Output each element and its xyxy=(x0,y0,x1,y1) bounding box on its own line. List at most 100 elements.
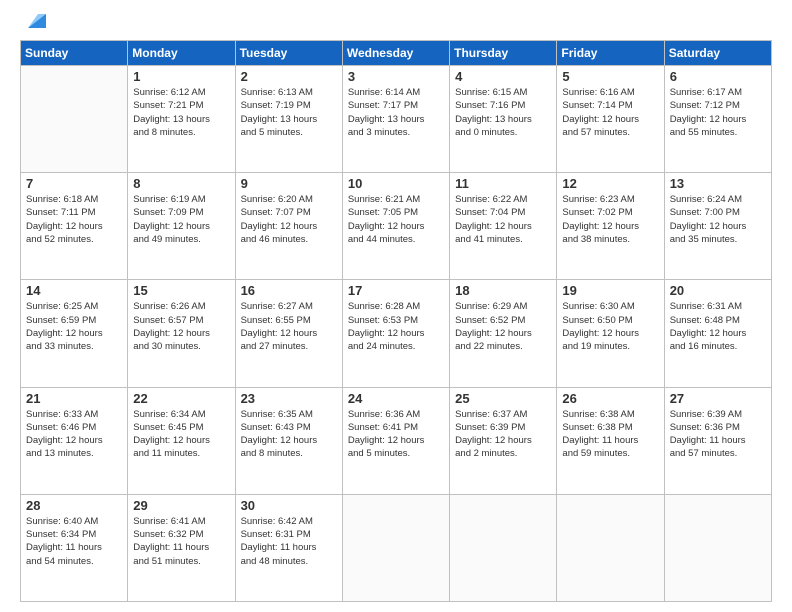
calendar-cell: 2 Sunrise: 6:13 AM Sunset: 7:19 PM Daylig… xyxy=(235,66,342,173)
calendar-cell: 12Sunrise: 6:23 AM Sunset: 7:02 PM Dayli… xyxy=(557,173,664,280)
calendar-cell: 13 Sunrise: 6:24 AM Sunset: 7:00 PM Dayli… xyxy=(664,173,771,280)
day-info: Sunrise: 6:21 AM Sunset: 7:05 PM Dayligh… xyxy=(348,193,444,246)
day-info: Sunrise: 6:22 AM Sunset: 7:04 PM Dayligh… xyxy=(455,193,551,246)
day-number: 27 xyxy=(670,391,766,406)
header xyxy=(20,18,772,32)
day-info: Sunrise: 6:38 AM Sunset: 6:38 PM Dayligh… xyxy=(562,408,658,461)
calendar-cell: 8Sunrise: 6:19 AM Sunset: 7:09 PM Daylig… xyxy=(128,173,235,280)
day-number: 2 xyxy=(241,69,337,84)
day-number: 23 xyxy=(241,391,337,406)
day-info: Sunrise: 6:16 AM Sunset: 7:14 PM Dayligh… xyxy=(562,86,658,139)
calendar-cell: 30Sunrise: 6:42 AM Sunset: 6:31 PM Dayli… xyxy=(235,494,342,601)
day-number: 12 xyxy=(562,176,658,191)
calendar-week-row: 7 Sunrise: 6:18 AM Sunset: 7:11 PM Daylig… xyxy=(21,173,772,280)
weekday-saturday: Saturday xyxy=(664,41,771,66)
day-info: Sunrise: 6:27 AM Sunset: 6:55 PM Dayligh… xyxy=(241,300,337,353)
calendar-cell xyxy=(450,494,557,601)
day-number: 22 xyxy=(133,391,229,406)
calendar-cell: 10 Sunrise: 6:21 AM Sunset: 7:05 PM Dayli… xyxy=(342,173,449,280)
calendar-cell: 17 Sunrise: 6:28 AM Sunset: 6:53 PM Dayli… xyxy=(342,280,449,387)
day-info: Sunrise: 6:12 AM Sunset: 7:21 PM Dayligh… xyxy=(133,86,229,139)
day-info: Sunrise: 6:34 AM Sunset: 6:45 PM Dayligh… xyxy=(133,408,229,461)
day-number: 15 xyxy=(133,283,229,298)
day-info: Sunrise: 6:28 AM Sunset: 6:53 PM Dayligh… xyxy=(348,300,444,353)
calendar-week-row: 1 Sunrise: 6:12 AM Sunset: 7:21 PM Daylig… xyxy=(21,66,772,173)
day-info: Sunrise: 6:15 AM Sunset: 7:16 PM Dayligh… xyxy=(455,86,551,139)
day-info: Sunrise: 6:35 AM Sunset: 6:43 PM Dayligh… xyxy=(241,408,337,461)
day-number: 1 xyxy=(133,69,229,84)
calendar-week-row: 14 Sunrise: 6:25 AM Sunset: 6:59 PM Dayli… xyxy=(21,280,772,387)
day-number: 5 xyxy=(562,69,658,84)
calendar-cell: 21 Sunrise: 6:33 AM Sunset: 6:46 PM Dayli… xyxy=(21,387,128,494)
calendar-cell: 4 Sunrise: 6:15 AM Sunset: 7:16 PM Daylig… xyxy=(450,66,557,173)
day-info: Sunrise: 6:29 AM Sunset: 6:52 PM Dayligh… xyxy=(455,300,551,353)
day-info: Sunrise: 6:13 AM Sunset: 7:19 PM Dayligh… xyxy=(241,86,337,139)
calendar-cell: 1 Sunrise: 6:12 AM Sunset: 7:21 PM Daylig… xyxy=(128,66,235,173)
calendar-cell: 11 Sunrise: 6:22 AM Sunset: 7:04 PM Dayli… xyxy=(450,173,557,280)
day-info: Sunrise: 6:37 AM Sunset: 6:39 PM Dayligh… xyxy=(455,408,551,461)
calendar-cell: 19 Sunrise: 6:30 AM Sunset: 6:50 PM Dayli… xyxy=(557,280,664,387)
weekday-tuesday: Tuesday xyxy=(235,41,342,66)
day-info: Sunrise: 6:40 AM Sunset: 6:34 PM Dayligh… xyxy=(26,515,122,568)
day-info: Sunrise: 6:31 AM Sunset: 6:48 PM Dayligh… xyxy=(670,300,766,353)
calendar-cell: 14 Sunrise: 6:25 AM Sunset: 6:59 PM Dayli… xyxy=(21,280,128,387)
day-number: 26 xyxy=(562,391,658,406)
weekday-wednesday: Wednesday xyxy=(342,41,449,66)
day-number: 4 xyxy=(455,69,551,84)
day-info: Sunrise: 6:14 AM Sunset: 7:17 PM Dayligh… xyxy=(348,86,444,139)
day-number: 17 xyxy=(348,283,444,298)
calendar-cell: 15 Sunrise: 6:26 AM Sunset: 6:57 PM Dayli… xyxy=(128,280,235,387)
calendar-cell: 29 Sunrise: 6:41 AM Sunset: 6:32 PM Dayli… xyxy=(128,494,235,601)
day-number: 24 xyxy=(348,391,444,406)
day-info: Sunrise: 6:36 AM Sunset: 6:41 PM Dayligh… xyxy=(348,408,444,461)
day-info: Sunrise: 6:41 AM Sunset: 6:32 PM Dayligh… xyxy=(133,515,229,568)
calendar-cell xyxy=(557,494,664,601)
day-info: Sunrise: 6:25 AM Sunset: 6:59 PM Dayligh… xyxy=(26,300,122,353)
day-number: 9 xyxy=(241,176,337,191)
calendar-week-row: 21 Sunrise: 6:33 AM Sunset: 6:46 PM Dayli… xyxy=(21,387,772,494)
day-number: 7 xyxy=(26,176,122,191)
calendar-cell: 24 Sunrise: 6:36 AM Sunset: 6:41 PM Dayli… xyxy=(342,387,449,494)
day-number: 28 xyxy=(26,498,122,513)
day-info: Sunrise: 6:24 AM Sunset: 7:00 PM Dayligh… xyxy=(670,193,766,246)
weekday-monday: Monday xyxy=(128,41,235,66)
weekday-thursday: Thursday xyxy=(450,41,557,66)
day-info: Sunrise: 6:19 AM Sunset: 7:09 PM Dayligh… xyxy=(133,193,229,246)
day-number: 21 xyxy=(26,391,122,406)
day-number: 19 xyxy=(562,283,658,298)
day-number: 20 xyxy=(670,283,766,298)
calendar-cell xyxy=(664,494,771,601)
logo xyxy=(20,18,46,32)
day-number: 11 xyxy=(455,176,551,191)
calendar-week-row: 28 Sunrise: 6:40 AM Sunset: 6:34 PM Dayli… xyxy=(21,494,772,601)
day-number: 13 xyxy=(670,176,766,191)
day-info: Sunrise: 6:26 AM Sunset: 6:57 PM Dayligh… xyxy=(133,300,229,353)
calendar-cell: 5 Sunrise: 6:16 AM Sunset: 7:14 PM Daylig… xyxy=(557,66,664,173)
calendar-cell: 23 Sunrise: 6:35 AM Sunset: 6:43 PM Dayli… xyxy=(235,387,342,494)
day-number: 30 xyxy=(241,498,337,513)
day-info: Sunrise: 6:17 AM Sunset: 7:12 PM Dayligh… xyxy=(670,86,766,139)
calendar-cell: 6Sunrise: 6:17 AM Sunset: 7:12 PM Daylig… xyxy=(664,66,771,173)
day-number: 10 xyxy=(348,176,444,191)
weekday-sunday: Sunday xyxy=(21,41,128,66)
day-number: 3 xyxy=(348,69,444,84)
day-info: Sunrise: 6:33 AM Sunset: 6:46 PM Dayligh… xyxy=(26,408,122,461)
day-info: Sunrise: 6:30 AM Sunset: 6:50 PM Dayligh… xyxy=(562,300,658,353)
day-info: Sunrise: 6:18 AM Sunset: 7:11 PM Dayligh… xyxy=(26,193,122,246)
calendar-cell: 7 Sunrise: 6:18 AM Sunset: 7:11 PM Daylig… xyxy=(21,173,128,280)
day-number: 18 xyxy=(455,283,551,298)
calendar-cell: 18 Sunrise: 6:29 AM Sunset: 6:52 PM Dayli… xyxy=(450,280,557,387)
logo-icon xyxy=(24,10,46,32)
calendar-cell: 25 Sunrise: 6:37 AM Sunset: 6:39 PM Dayli… xyxy=(450,387,557,494)
day-info: Sunrise: 6:20 AM Sunset: 7:07 PM Dayligh… xyxy=(241,193,337,246)
day-info: Sunrise: 6:39 AM Sunset: 6:36 PM Dayligh… xyxy=(670,408,766,461)
calendar-cell: 20 Sunrise: 6:31 AM Sunset: 6:48 PM Dayli… xyxy=(664,280,771,387)
calendar-cell: 22 Sunrise: 6:34 AM Sunset: 6:45 PM Dayli… xyxy=(128,387,235,494)
day-number: 25 xyxy=(455,391,551,406)
calendar-table: SundayMondayTuesdayWednesdayThursdayFrid… xyxy=(20,40,772,602)
calendar-cell: 26 Sunrise: 6:38 AM Sunset: 6:38 PM Dayli… xyxy=(557,387,664,494)
day-number: 29 xyxy=(133,498,229,513)
calendar-cell: 9 Sunrise: 6:20 AM Sunset: 7:07 PM Daylig… xyxy=(235,173,342,280)
day-number: 14 xyxy=(26,283,122,298)
day-number: 16 xyxy=(241,283,337,298)
